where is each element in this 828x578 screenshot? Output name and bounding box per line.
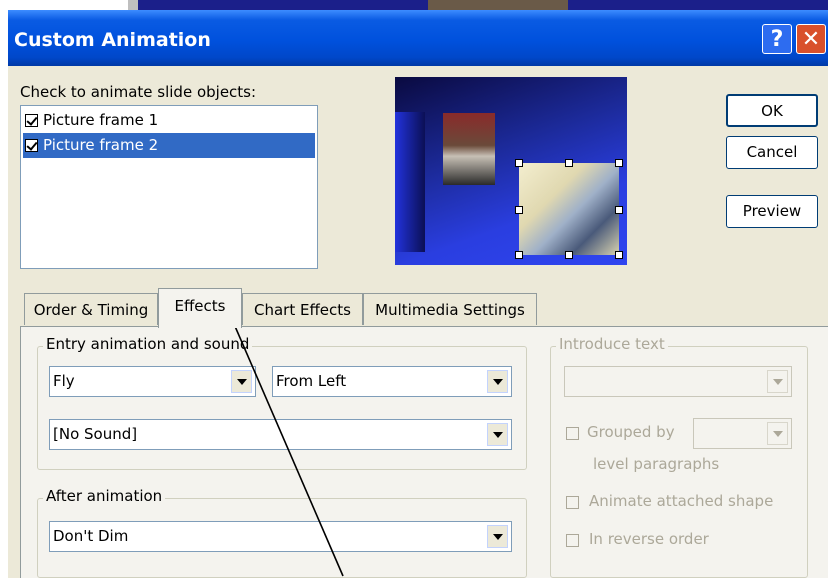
tab-effects[interactable]: Effects (158, 288, 242, 328)
arrow-line (230, 316, 344, 577)
annotation-arrow (216, 298, 344, 577)
